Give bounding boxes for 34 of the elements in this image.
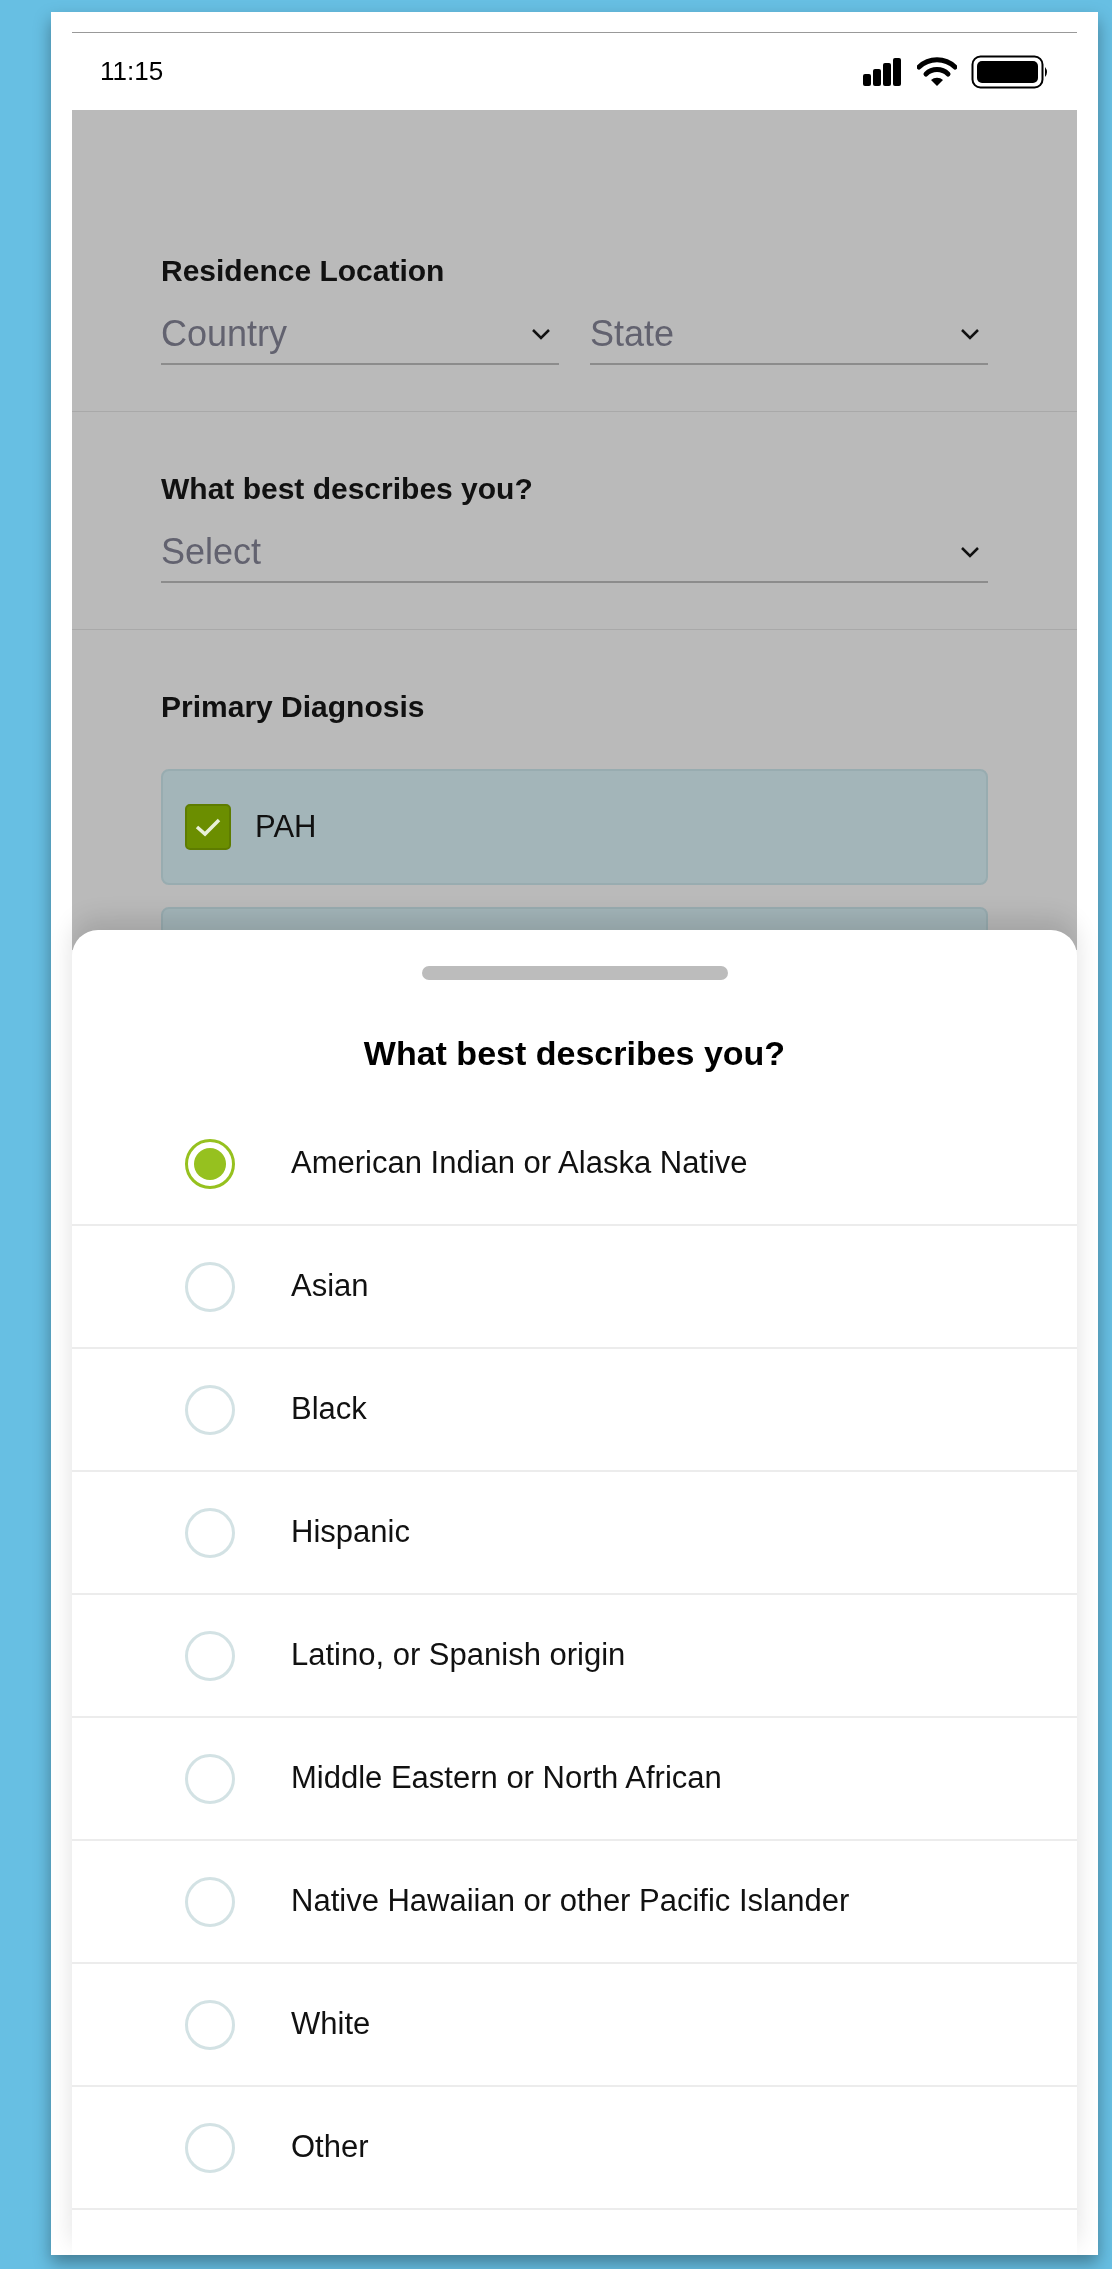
check-icon — [194, 816, 222, 838]
radio-option[interactable]: Other — [72, 2087, 1077, 2210]
radio-option[interactable]: Native Hawaiian or other Pacific Islander — [72, 1841, 1077, 1964]
radio-button[interactable] — [185, 1999, 235, 2050]
radio-button[interactable] — [185, 2122, 235, 2173]
chevron-down-icon — [960, 328, 980, 340]
radio-option[interactable]: Latino, or Spanish origin — [72, 1595, 1077, 1718]
radio-option[interactable]: American Indian or Alaska Native — [72, 1103, 1077, 1226]
chevron-down-icon — [531, 328, 551, 340]
radio-option[interactable]: Middle Eastern or North African — [72, 1718, 1077, 1841]
radio-option[interactable]: Hispanic — [72, 1472, 1077, 1595]
radio-button[interactable] — [185, 1753, 235, 1804]
status-time: 11:15 — [100, 55, 164, 88]
option-label: PAH — [255, 807, 317, 846]
radio-button[interactable] — [185, 1507, 235, 1558]
radio-button[interactable] — [185, 1138, 235, 1189]
wifi-icon — [917, 56, 957, 87]
battery-icon — [971, 54, 1049, 89]
checkbox-option[interactable]: PAH — [161, 769, 988, 885]
radio-button[interactable] — [185, 1384, 235, 1435]
radio-option[interactable]: Asian — [72, 1226, 1077, 1349]
chevron-down-icon — [960, 546, 980, 558]
radio-button[interactable] — [185, 1261, 235, 1312]
radio-button[interactable] — [185, 1876, 235, 1927]
section-label: Residence Location — [161, 253, 445, 289]
drag-handle[interactable] — [421, 966, 728, 980]
signal-icon — [863, 57, 903, 86]
sheet-title: What best describes you? — [363, 1033, 786, 1074]
radio-option[interactable]: Black — [72, 1349, 1077, 1472]
section-label: Primary Diagnosis — [161, 689, 425, 725]
checkbox[interactable] — [185, 804, 231, 850]
section-label: What best describes you? — [161, 471, 533, 507]
radio-option[interactable]: White — [72, 1964, 1077, 2087]
radio-button[interactable] — [185, 1630, 235, 1681]
